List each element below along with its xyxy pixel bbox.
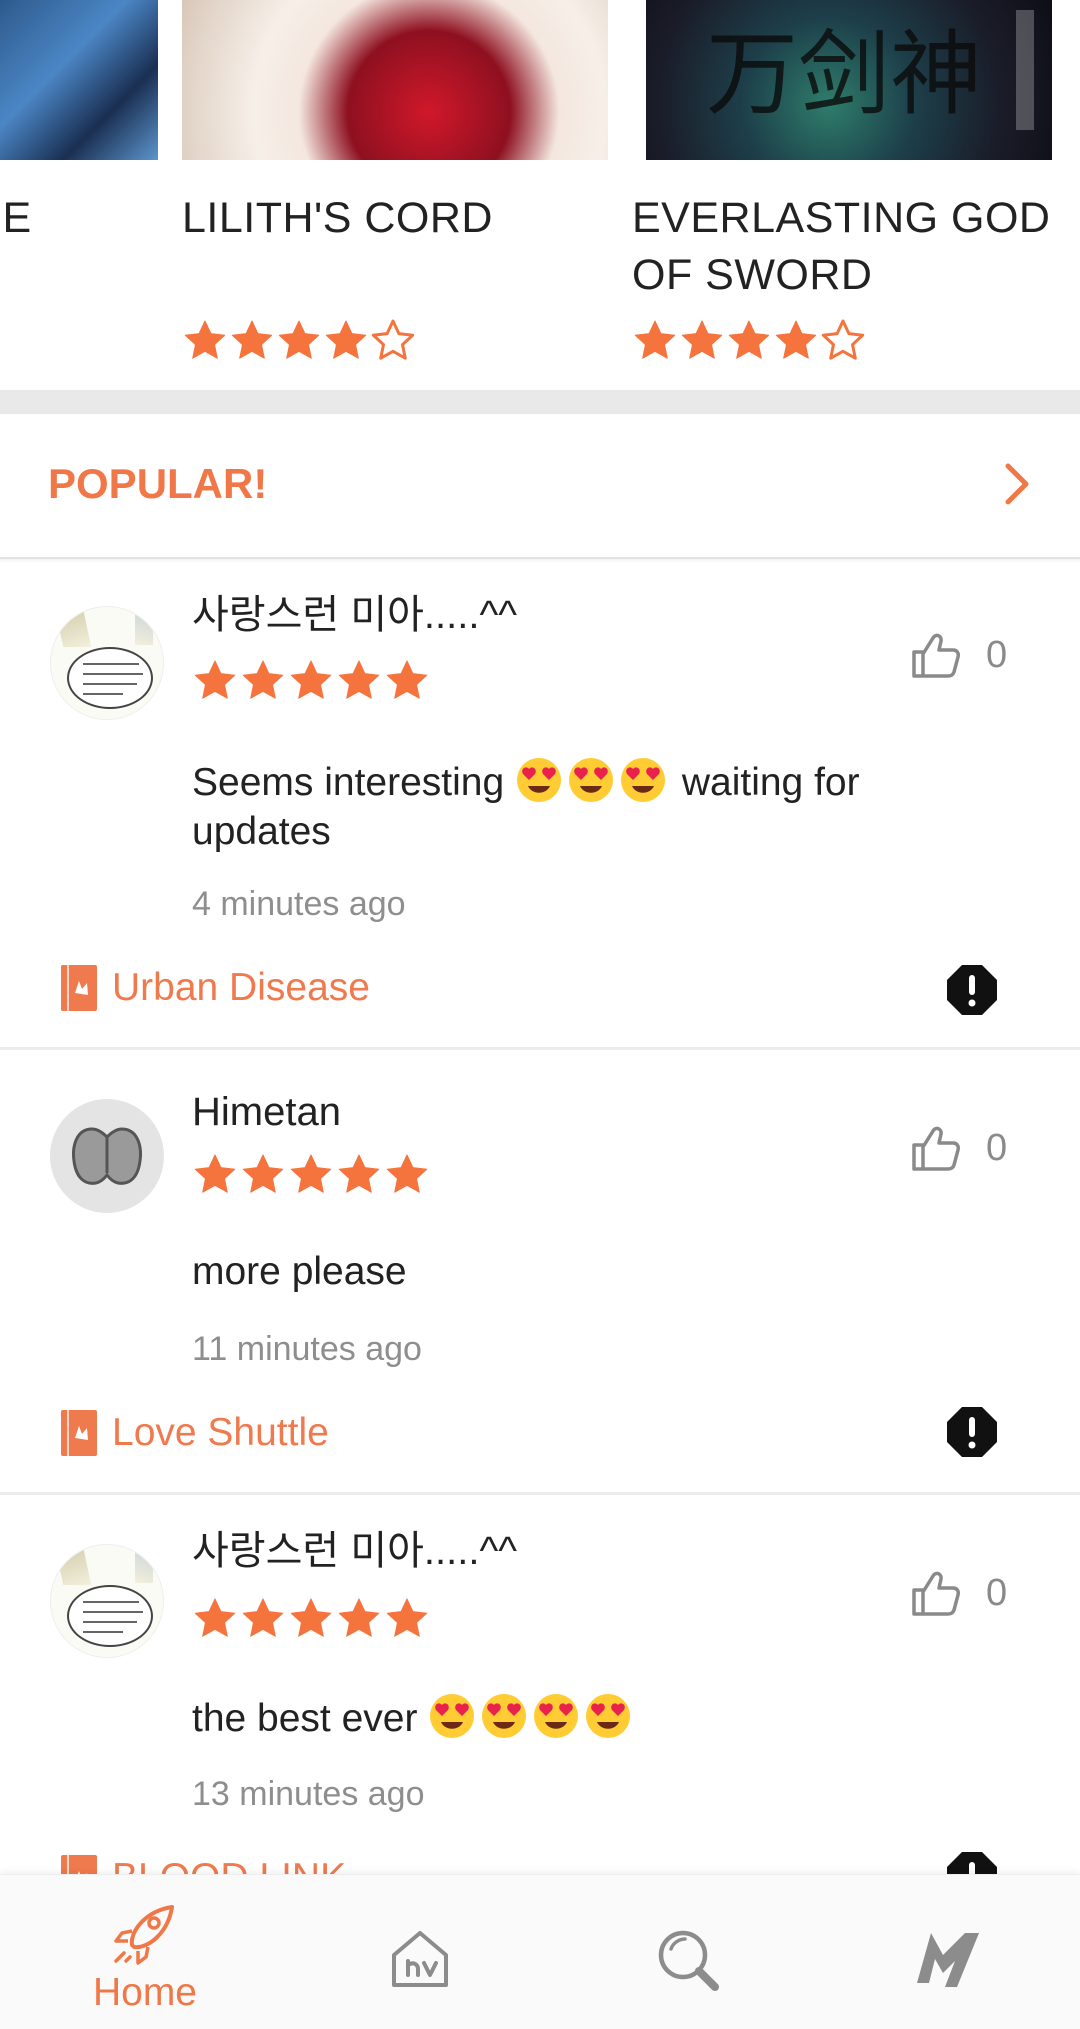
comic-cover-image[interactable] xyxy=(0,0,158,160)
series-name: Urban Disease xyxy=(112,966,370,1009)
comment-username[interactable]: 사랑스런 미아.....^^ xyxy=(192,1526,517,1576)
comment-text: the best ever xyxy=(192,1692,972,1743)
star-filled-icon xyxy=(290,660,332,699)
like-button[interactable]: 0 xyxy=(908,1121,1007,1175)
comic-book-icon xyxy=(61,1410,97,1456)
avatar[interactable] xyxy=(50,1099,164,1213)
star-filled-icon xyxy=(386,660,428,699)
bottom-navigation: Home xyxy=(0,1874,1080,2029)
comic-cover-image[interactable] xyxy=(182,0,608,160)
rocket-icon xyxy=(114,1905,174,1965)
star-filled-icon xyxy=(242,660,284,699)
like-count: 0 xyxy=(986,1571,1008,1614)
star-filled-icon xyxy=(338,1154,380,1193)
like-button[interactable]: 0 xyxy=(908,628,1007,682)
heart-eyes-emoji-icon xyxy=(621,758,665,802)
star-filled-icon xyxy=(775,320,817,359)
series-name: Love Shuttle xyxy=(112,1411,329,1454)
star-filled-icon xyxy=(681,320,723,359)
series-link[interactable]: Urban Disease xyxy=(58,963,370,1013)
star-filled-icon xyxy=(194,660,236,699)
comment-item: Himetan 0 more please 11 minutes ago Lov… xyxy=(0,1051,1080,1495)
heart-eyes-emoji-icon xyxy=(569,758,613,802)
comment-rating xyxy=(192,1596,430,1642)
emoji-group xyxy=(515,758,671,804)
star-filled-icon xyxy=(386,1598,428,1637)
heart-eyes-emoji-icon xyxy=(482,1694,527,1738)
star-filled-icon xyxy=(184,320,226,359)
nav-profile[interactable] xyxy=(908,1875,988,2029)
star-filled-icon xyxy=(386,1154,428,1193)
star-empty-icon xyxy=(821,319,865,360)
like-button[interactable]: 0 xyxy=(908,1566,1007,1620)
series-link[interactable]: Love Shuttle xyxy=(58,1408,329,1458)
report-icon[interactable] xyxy=(944,1404,1000,1460)
star-filled-icon xyxy=(325,320,367,359)
star-filled-icon xyxy=(242,1154,284,1193)
star-filled-icon xyxy=(290,1598,332,1637)
avatar[interactable] xyxy=(50,1544,164,1658)
thumbs-up-icon xyxy=(912,1571,960,1616)
comment-timestamp: 13 minutes ago xyxy=(192,1775,425,1813)
comic-carousel[interactable]: 万剑神 IE LILITH'S CORD EVERLASTING GOD OF … xyxy=(0,0,1080,390)
star-filled-icon xyxy=(194,1598,236,1637)
star-filled-icon xyxy=(231,320,273,359)
heart-eyes-emoji-icon xyxy=(534,1694,579,1738)
star-filled-icon xyxy=(278,320,320,359)
nav-home[interactable]: Home xyxy=(75,1875,215,2029)
star-empty-icon xyxy=(371,319,415,360)
comment-rating xyxy=(192,1152,430,1198)
default-avatar-icon xyxy=(72,1127,142,1185)
m-logo-icon xyxy=(917,1933,979,1987)
comment-item: 사랑스런 미아.....^^ 0 the best ever 13 minute… xyxy=(0,1496,1080,1902)
report-icon[interactable] xyxy=(944,962,1000,1018)
thumbs-up-icon xyxy=(912,633,960,678)
comment-timestamp: 11 minutes ago xyxy=(192,1330,422,1368)
thumbs-up-icon xyxy=(912,1126,960,1171)
comment-username[interactable]: 사랑스런 미아.....^^ xyxy=(192,590,517,640)
heart-eyes-emoji-icon xyxy=(586,1694,631,1738)
comment-username[interactable]: Himetan xyxy=(192,1087,341,1137)
cover-decoration xyxy=(1016,10,1034,130)
search-icon xyxy=(658,1930,719,1991)
popular-section-header[interactable]: POPULAR! xyxy=(0,414,1080,559)
avatar[interactable] xyxy=(50,606,164,720)
heart-eyes-emoji-icon xyxy=(517,758,561,802)
star-filled-icon xyxy=(194,1154,236,1193)
comic-rating xyxy=(632,318,866,364)
comic-cover-image[interactable]: 万剑神 xyxy=(646,0,1052,160)
comment-rating xyxy=(192,658,430,704)
emoji-group xyxy=(428,1694,636,1740)
star-filled-icon xyxy=(634,320,676,359)
tv-home-icon xyxy=(392,1931,448,1987)
chevron-right-icon[interactable] xyxy=(998,458,1038,510)
like-count: 0 xyxy=(986,1126,1008,1169)
heart-eyes-emoji-icon xyxy=(430,1694,475,1738)
star-filled-icon xyxy=(242,1598,284,1637)
comic-title[interactable]: LILITH'S CORD xyxy=(182,190,602,247)
comic-title[interactable]: IE xyxy=(0,190,50,247)
comment-item: 사랑스런 미아.....^^ 0 Seems interesting waiti… xyxy=(0,560,1080,1050)
nav-home-label: Home xyxy=(92,1971,198,2014)
star-filled-icon xyxy=(338,1598,380,1637)
comic-book-icon xyxy=(61,965,97,1011)
cover-title-art: 万剑神 xyxy=(706,21,983,128)
star-filled-icon xyxy=(728,320,770,359)
comment-timestamp: 4 minutes ago xyxy=(192,885,406,923)
section-divider xyxy=(0,390,1080,414)
comment-text: Seems interesting waiting for updates xyxy=(192,756,972,856)
nav-search[interactable] xyxy=(648,1875,728,2029)
comment-text: more please xyxy=(192,1250,407,1293)
nav-channels[interactable] xyxy=(380,1875,460,2029)
like-count: 0 xyxy=(986,633,1008,676)
star-filled-icon xyxy=(338,660,380,699)
comic-rating xyxy=(182,318,416,364)
star-filled-icon xyxy=(290,1154,332,1193)
section-title: POPULAR! xyxy=(48,460,268,507)
comic-title[interactable]: EVERLASTING GOD OF SWORD xyxy=(632,190,1072,304)
